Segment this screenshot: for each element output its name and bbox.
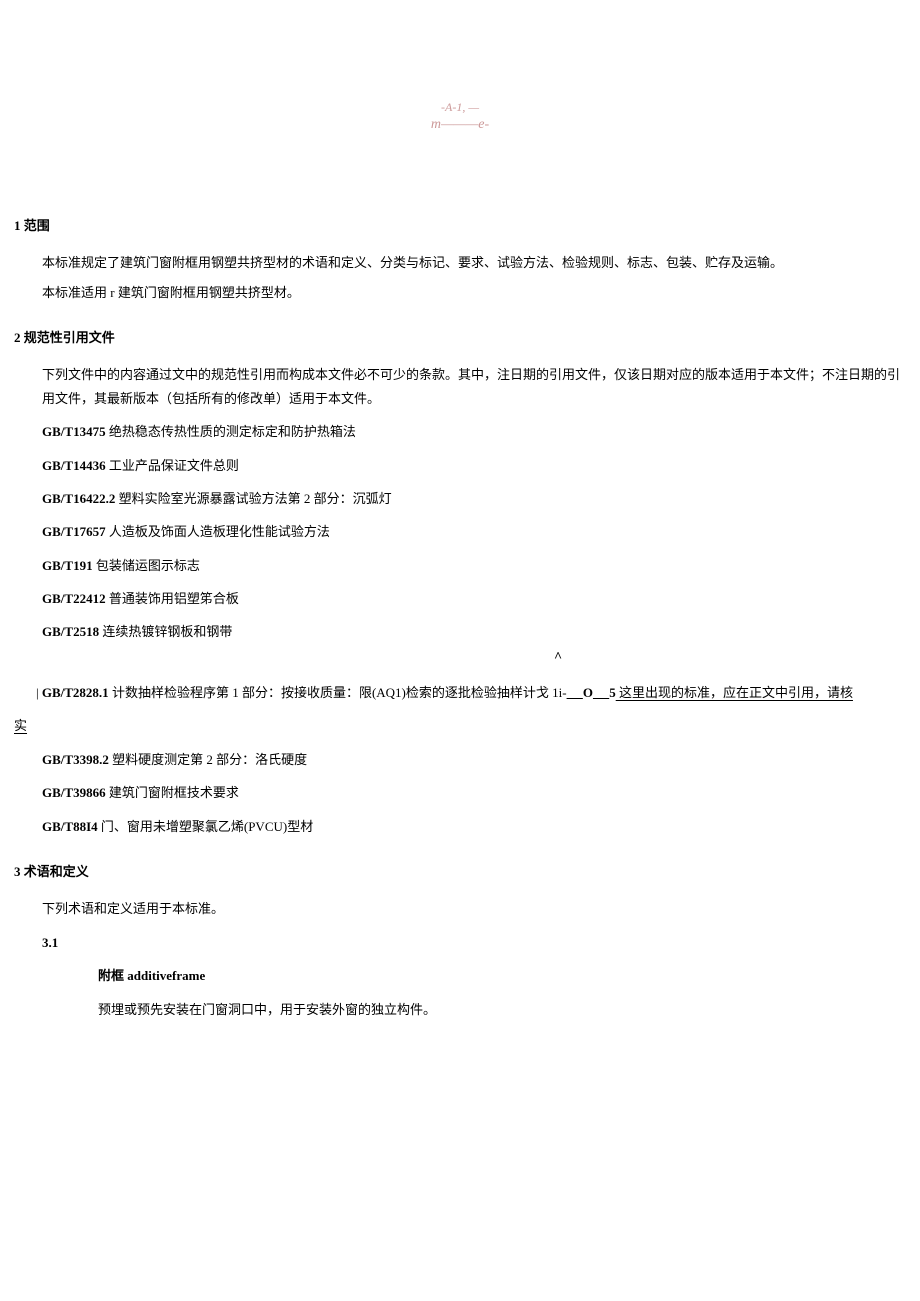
ref-title: 建筑门窗附框技术要求: [106, 785, 239, 800]
underline-blank2: [593, 685, 609, 700]
page-decoration: -A-1, — m———e-: [0, 100, 920, 134]
ref-code: GB/T88I4: [42, 819, 98, 834]
ref-title: 塑料实险室光源暴露试验方法第 2 部分：沉弧灯: [115, 491, 391, 506]
ref-item-2: GB/T14436 工业产品保证文件总则: [14, 454, 906, 477]
ref-item-6: GB/T22412 普通装饰用铝塑笫合板: [14, 587, 906, 610]
ref-title: 普通装饰用铝塑笫合板: [106, 591, 239, 606]
bar-icon: |: [36, 685, 39, 700]
ref-item-7: GB/T2518 连续热镀锌钢板和钢带: [14, 620, 906, 643]
ref-item-3: GB/T16422.2 塑料实险室光源暴露试验方法第 2 部分：沉弧灯: [14, 487, 906, 510]
section-3-heading: 3 术语和定义: [14, 860, 906, 883]
ref-item-10: GB/T88I4 门、窗用未增塑聚氯乙烯(PVCU)型材: [14, 815, 906, 838]
term-name-en: additiveframe: [124, 968, 205, 983]
ref-title: 门、窗用未增塑聚氯乙烯(PVCU)型材: [98, 819, 314, 834]
ref-code: GB/T2828.1: [42, 685, 109, 700]
decoration-line1: -A-1, —: [0, 100, 920, 116]
ref-code: GB/T3398.2: [42, 752, 109, 767]
verify-line: 实: [14, 714, 906, 737]
term-name: 附框 additiveframe: [14, 964, 906, 987]
ref-code: GB/T13475: [42, 424, 106, 439]
section-3-p1: 下列术语和定义适用于本标准。: [14, 897, 906, 920]
ref-item-special: | GB/T2828.1 计数抽样检验程序第 1 部分：按接收质量：限(AQ1)…: [14, 681, 906, 704]
ref-title: 包装储运图示标志: [93, 558, 200, 573]
term-definition: 预埋或预先安装在门窗洞口中，用于安装外窗的独立构件。: [14, 998, 906, 1021]
section-1-p2: 本标准适用 r 建筑门窗附框用钢塑共挤型材。: [14, 281, 906, 304]
underline-blank: [567, 685, 583, 700]
decoration-line2: m———e-: [0, 116, 920, 134]
ref-title: 计数抽样检验程序第 1 部分：按接收质量：限(AQ1)检索的逐批检验抽样计戈 1…: [109, 685, 567, 700]
document-body: 1 范围 本标准规定了建筑门窗附框用钢塑共挤型材的术语和定义、分类与标记、要求、…: [14, 214, 906, 1021]
annotation-text: 这里出现的标准，应在正文中引用，请核: [616, 685, 853, 700]
ref-item-4: GB/T17657 人造板及饰面人造板理化性能试验方法: [14, 520, 906, 543]
ref-title: 塑料硬度测定第 2 部分：洛氏硬度: [109, 752, 307, 767]
section-1-heading: 1 范围: [14, 214, 906, 237]
ref-code: GB/T2518: [42, 624, 99, 639]
section-1-p1: 本标准规定了建筑门窗附框用钢塑共挤型材的术语和定义、分类与标记、要求、试验方法、…: [14, 251, 906, 274]
ref-code: GB/T22412: [42, 591, 106, 606]
ref-item-8: GB/T3398.2 塑料硬度测定第 2 部分：洛氏硬度: [14, 748, 906, 771]
ref-title: 工业产品保证文件总则: [106, 458, 239, 473]
ref-code: GB/T16422.2: [42, 491, 115, 506]
circle-icon: O: [583, 681, 593, 704]
term-name-cn: 附框: [98, 968, 124, 983]
ref-title: 连续热镀锌钢板和钢带: [99, 624, 232, 639]
ref-item-5: GB/T191 包装储运图示标志: [14, 554, 906, 577]
ref-item-9: GB/T39866 建筑门窗附框技术要求: [14, 781, 906, 804]
ref-title: 绝热稳态传热性质的测定标定和防护热箱法: [106, 424, 356, 439]
term-number: 3.1: [14, 931, 906, 954]
section-2-p1: 下列文件中的内容通过文中的规范性引用而构成本文件必不可少的条款。其中，注日期的引…: [14, 363, 906, 410]
verify-char: 实: [14, 718, 27, 733]
ref-title: 人造板及饰面人造板理化性能试验方法: [106, 524, 330, 539]
ref-code: GB/T191: [42, 558, 93, 573]
ref-code: GB/T14436: [42, 458, 106, 473]
ref-code: GB/T39866: [42, 785, 106, 800]
caret-icon: ^: [554, 645, 562, 670]
section-2-heading: 2 规范性引用文件: [14, 326, 906, 349]
ref-code: GB/T17657: [42, 524, 106, 539]
ref-item-1: GB/T13475 绝热稳态传热性质的测定标定和防护热箱法: [14, 420, 906, 443]
